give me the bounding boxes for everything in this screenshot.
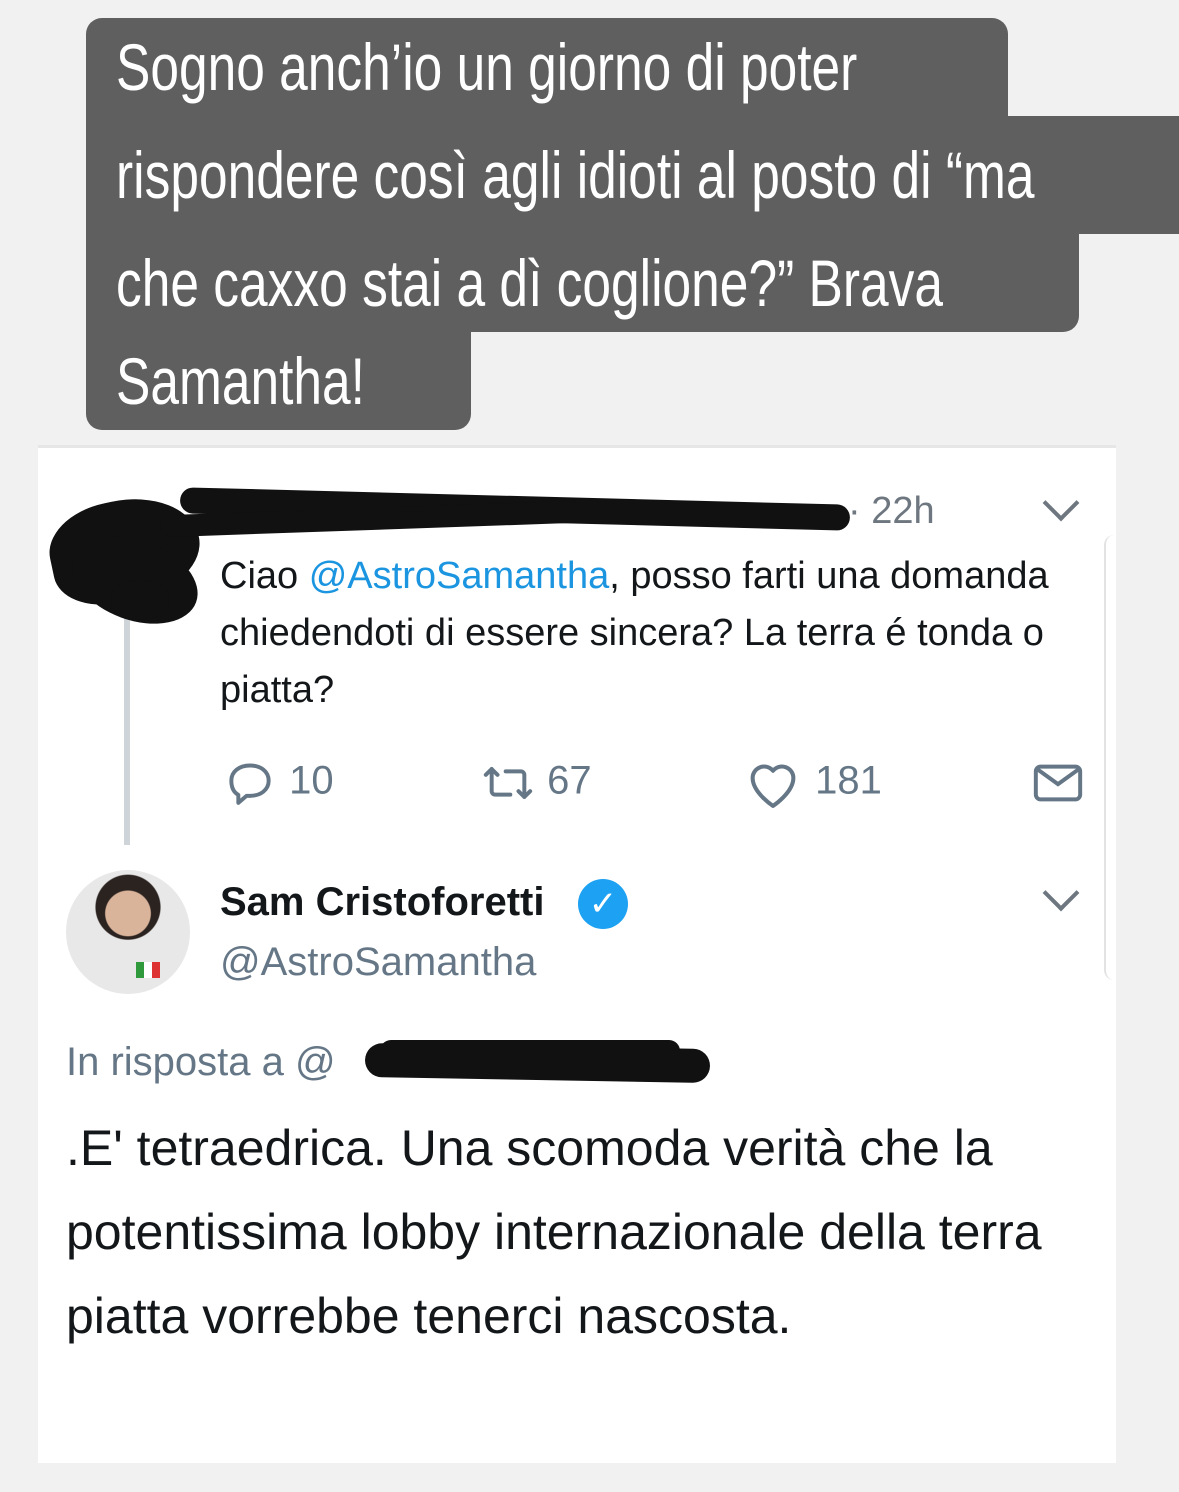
story-caption: Sogno anch’io un giorno di poter rispond… [0, 0, 1179, 440]
reply-icon [229, 763, 271, 805]
like-button[interactable]: 181 [742, 755, 882, 811]
mention-link[interactable]: @AstroSamantha [309, 555, 610, 597]
like-count: 181 [815, 758, 882, 803]
verified-icon: ✓ [578, 879, 628, 929]
caption-line-3: che caxxo stai a dì coglione?” Brava [86, 234, 1079, 332]
message-icon [1033, 764, 1083, 802]
retweet-icon [483, 767, 533, 799]
user-handle[interactable]: @AstroSamantha [220, 940, 536, 985]
thread-line [124, 595, 130, 845]
caption-line-1: Sogno anch’io un giorno di poter [86, 18, 1008, 116]
retweet-count: 67 [547, 758, 592, 803]
retweet-button[interactable]: 67 [480, 755, 592, 811]
caption-line-2: rispondere così agli idioti al posto di … [86, 116, 1179, 234]
tweet-timestamp: · 22h [848, 490, 935, 532]
reply-count: 10 [289, 758, 334, 803]
avatar[interactable] [66, 870, 190, 994]
reply-button[interactable]: 10 [222, 755, 334, 811]
tweet-text-start: Ciao [220, 555, 309, 597]
display-name[interactable]: Sam Cristoforetti [220, 880, 545, 925]
reply-tweet-text: .E' tetraedrica. Una scomoda verità che … [66, 1120, 1042, 1344]
scroll-edge [1104, 535, 1116, 980]
flag-patch [136, 962, 160, 978]
like-icon [750, 764, 796, 808]
message-button[interactable] [1030, 755, 1086, 811]
tweet-text: Ciao @AstroSamantha, posso farti una dom… [220, 548, 1100, 719]
reply-to-label: In risposta a @ [66, 1040, 336, 1084]
reply-context: In risposta a @ [66, 1040, 336, 1085]
caption-line-4: Samantha! [86, 332, 471, 430]
